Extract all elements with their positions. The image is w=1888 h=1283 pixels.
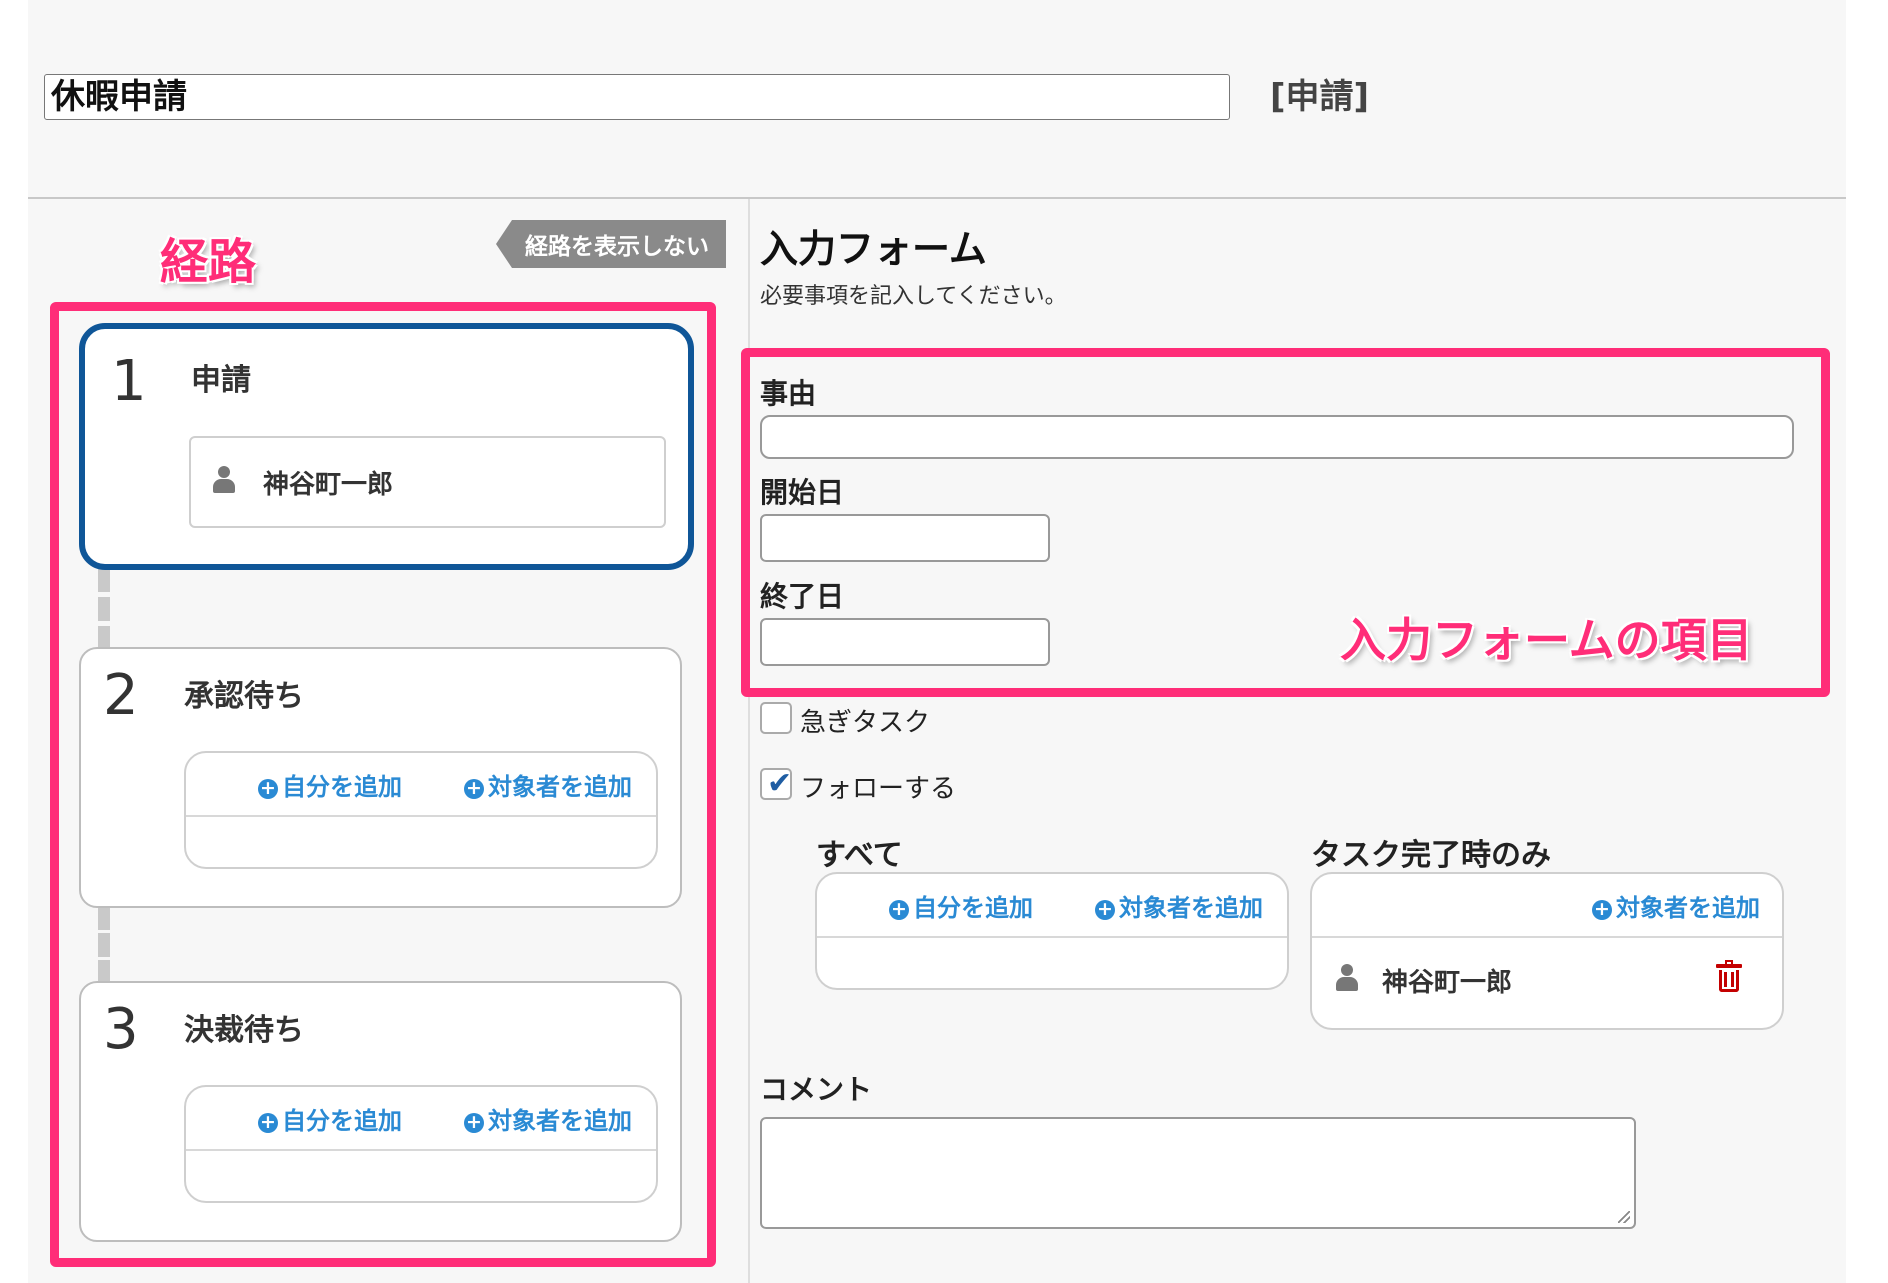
follow-complete-heading: タスク完了時のみ: [1311, 838, 1551, 873]
add-target-button[interactable]: + 対象者を追加: [1592, 888, 1760, 923]
urgent-checkbox[interactable]: [760, 702, 792, 734]
add-self-button[interactable]: + 自分を追加: [889, 888, 1033, 923]
box-divider: [817, 936, 1287, 938]
comment-textarea[interactable]: [760, 1117, 1636, 1229]
hide-route-button[interactable]: 経路を表示しない: [496, 220, 726, 268]
follow-label: フォローする: [800, 774, 957, 804]
urgent-label: 急ぎタスク: [800, 708, 931, 738]
title-input[interactable]: 休暇申請: [44, 74, 1230, 120]
comment-label: コメント: [760, 1073, 873, 1106]
form-items-highlight: [741, 348, 1830, 697]
plus-circle-icon: +: [1095, 900, 1115, 920]
person-icon: [1336, 964, 1358, 992]
route-annotation: 経路: [160, 234, 257, 290]
route-highlight: [50, 302, 716, 1267]
header-divider: [28, 197, 1846, 199]
follow-checkbox[interactable]: ✔: [760, 768, 792, 800]
assignee-name: 神谷町一郎: [1382, 968, 1513, 998]
form-subtitle: 必要事項を記入してください。: [760, 284, 1067, 309]
process-tag: [申請]: [1270, 77, 1370, 117]
follow-all-box: + 自分を追加 + 対象者を追加: [815, 872, 1289, 990]
resize-handle-icon[interactable]: [1618, 1211, 1630, 1223]
follow-all-heading: すべて: [816, 838, 903, 873]
add-target-button[interactable]: + 対象者を追加: [1095, 888, 1263, 923]
trash-icon[interactable]: [1716, 960, 1742, 992]
box-divider: [1312, 936, 1782, 938]
check-icon: ✔: [767, 766, 793, 801]
form-title: 入力フォーム: [760, 227, 987, 271]
plus-circle-icon: +: [1592, 900, 1612, 920]
plus-circle-icon: +: [889, 900, 909, 920]
follow-complete-box: + 対象者を追加 神谷町一郎: [1310, 872, 1784, 1030]
